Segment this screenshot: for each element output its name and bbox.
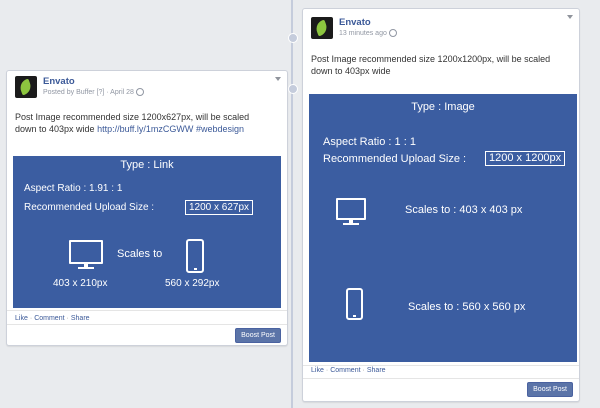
post-message: Post Image recommended size 1200x627px, … bbox=[15, 112, 250, 134]
desktop-size-text: 403 x 210px bbox=[53, 278, 108, 289]
page-name[interactable]: Envato bbox=[339, 17, 397, 28]
comment-link[interactable]: Comment bbox=[34, 315, 64, 322]
monitor-icon bbox=[69, 240, 103, 270]
envato-logo[interactable] bbox=[15, 76, 37, 98]
post-header: Envato Posted by Buffer [?] · April 28 bbox=[15, 76, 144, 98]
boost-post-button[interactable]: Boost Post bbox=[527, 382, 573, 397]
chevron-down-icon[interactable] bbox=[567, 15, 573, 19]
post-header: Envato 13 minutes ago bbox=[311, 17, 397, 39]
divider bbox=[7, 324, 287, 325]
like-link[interactable]: Like bbox=[15, 315, 28, 322]
timeline-line bbox=[291, 0, 293, 408]
upload-size-label: Recommended Upload Size : bbox=[323, 153, 467, 165]
divider bbox=[303, 378, 579, 379]
phone-icon bbox=[346, 288, 363, 320]
comment-link[interactable]: Comment bbox=[330, 367, 360, 374]
share-link[interactable]: Share bbox=[71, 315, 90, 322]
aspect-ratio-text: Aspect Ratio : 1.91 : 1 bbox=[24, 183, 123, 194]
globe-icon bbox=[388, 29, 397, 38]
like-link[interactable]: Like bbox=[311, 367, 324, 374]
post-message: Post Image recommended size 1200x1200px,… bbox=[311, 54, 551, 76]
hashtag-link[interactable]: #webdesign bbox=[196, 124, 244, 134]
post-card-left: Envato Posted by Buffer [?] · April 28 P… bbox=[6, 70, 288, 346]
timeline-dot bbox=[288, 84, 298, 94]
aspect-ratio-text: Aspect Ratio : 1 : 1 bbox=[323, 136, 416, 148]
mobile-size-text: 560 x 292px bbox=[165, 278, 220, 289]
post-link[interactable]: http://buff.ly/1mzCGWW bbox=[97, 124, 193, 134]
post-byline: Posted by Buffer [?] · April 28 bbox=[43, 88, 144, 97]
mobile-scales-text: Scales to : 560 x 560 px bbox=[408, 301, 526, 313]
post-card-right: Envato 13 minutes ago Post Image recomme… bbox=[302, 8, 580, 402]
scales-to-label: Scales to bbox=[117, 248, 163, 260]
upload-size-box: 1200 x 1200px bbox=[485, 151, 566, 166]
envato-logo[interactable] bbox=[311, 17, 333, 39]
share-link[interactable]: Share bbox=[367, 367, 386, 374]
page-name[interactable]: Envato bbox=[43, 76, 144, 87]
boost-post-button[interactable]: Boost Post bbox=[235, 328, 281, 343]
divider bbox=[303, 365, 579, 366]
monitor-icon bbox=[336, 198, 370, 228]
timeline-dot bbox=[288, 33, 298, 43]
globe-icon bbox=[135, 88, 144, 97]
leaf-icon bbox=[313, 19, 330, 37]
media-type-label: Type : Image bbox=[411, 101, 475, 113]
upload-size-box: 1200 x 627px bbox=[185, 200, 254, 215]
post-image[interactable]: Type : Link Aspect Ratio : 1.91 : 1 Reco… bbox=[13, 156, 281, 308]
chevron-down-icon[interactable] bbox=[275, 77, 281, 81]
post-timestamp: 13 minutes ago bbox=[339, 29, 397, 38]
upload-size-label: Recommended Upload Size : bbox=[24, 202, 155, 213]
post-actions: Like · Comment · Share bbox=[311, 367, 386, 374]
post-image[interactable]: Type : Image Aspect Ratio : 1 : 1 Recomm… bbox=[309, 94, 577, 362]
divider bbox=[7, 310, 287, 311]
leaf-icon bbox=[17, 78, 34, 96]
desktop-scales-text: Scales to : 403 x 403 px bbox=[405, 204, 523, 216]
media-type-label: Type : Link bbox=[120, 159, 174, 171]
post-actions: Like · Comment · Share bbox=[15, 315, 90, 322]
phone-icon bbox=[186, 239, 204, 273]
